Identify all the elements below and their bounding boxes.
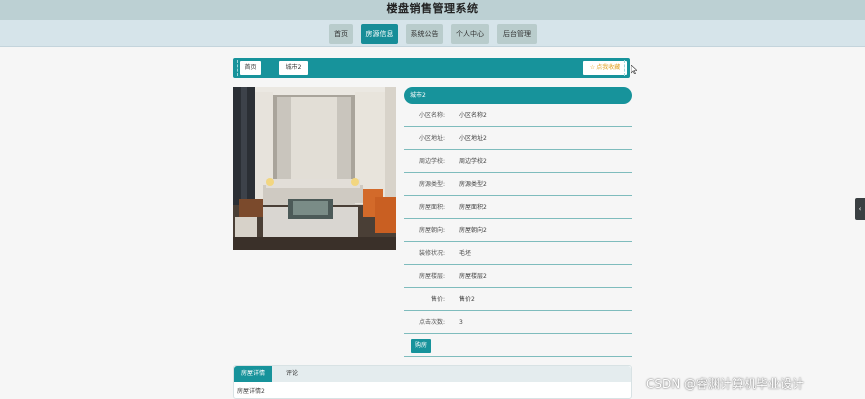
info-row-click-count: 点击次数: 3	[404, 311, 632, 334]
info-row-nearby-school: 周边学校: 周边学校2	[404, 150, 632, 173]
info-row-community-address: 小区地址: 小区地址2	[404, 127, 632, 150]
field-label: 售价:	[430, 296, 445, 303]
field-value: 小区地址2	[459, 135, 487, 142]
property-title-bar: 城市2	[404, 87, 632, 104]
field-value: 房屋楼层2	[459, 273, 487, 280]
field-label: 房屋楼层:	[418, 273, 445, 280]
field-label: 房屋朝向:	[418, 227, 445, 234]
info-row-orientation: 房屋朝向: 房屋朝向2	[404, 219, 632, 242]
nav-item-announcements[interactable]: 系统公告	[406, 24, 443, 44]
mouse-cursor-icon	[631, 65, 637, 74]
field-value: 房屋朝向2	[459, 227, 487, 234]
field-value: 房源类型2	[459, 181, 487, 188]
tab-comments[interactable]: 评论	[278, 366, 306, 382]
buy-button[interactable]: 购房	[411, 339, 431, 353]
nav-item-listings[interactable]: 房源信息	[361, 24, 398, 44]
field-value: 周边学校2	[459, 158, 487, 165]
breadcrumb: 首页 城市2 ☆点我收藏	[233, 58, 630, 78]
field-value: 毛坯	[459, 250, 472, 257]
tab-property-details[interactable]: 房屋详情	[234, 366, 272, 382]
field-label: 周边学校:	[418, 158, 445, 165]
nav-item-profile[interactable]: 个人中心	[451, 24, 489, 44]
breadcrumb-home-link[interactable]: 首页	[240, 61, 261, 75]
info-row-community-name: 小区名称: 小区名称2	[404, 104, 632, 127]
field-label: 点击次数:	[418, 319, 445, 326]
watermark: CSDN @睿渊计算机毕业设计	[646, 377, 805, 391]
divider	[237, 60, 239, 76]
nav-item-admin[interactable]: 后台管理	[497, 24, 537, 44]
divider	[624, 60, 626, 76]
field-value: 房屋面积2	[459, 204, 487, 211]
field-value: 小区名称2	[459, 112, 487, 119]
field-label: 装修状况:	[418, 250, 445, 257]
breadcrumb-current[interactable]: 城市2	[279, 61, 308, 75]
main-nav: 首页 房源信息 系统公告 个人中心 后台管理	[0, 20, 865, 47]
tab-content: 房屋详情2	[237, 388, 265, 395]
field-value: 售价2	[459, 296, 475, 303]
divider	[404, 356, 632, 357]
detail-tabs: 房屋详情 评论 房屋详情2	[233, 365, 632, 399]
star-icon: ☆	[589, 64, 596, 71]
favorite-button-label: 点我收藏	[596, 64, 621, 71]
app-header: 楼盘销售管理系统	[0, 0, 865, 20]
info-row-listing-type: 房源类型: 房源类型2	[404, 173, 632, 196]
field-value: 3	[459, 319, 463, 326]
info-row-floor-area: 房屋面积: 房屋面积2	[404, 196, 632, 219]
info-row-price: 售价: 售价2	[404, 288, 632, 311]
tab-strip: 房屋详情 评论	[234, 366, 631, 382]
info-row-floor: 房屋楼层: 房屋楼层2	[404, 265, 632, 288]
field-label: 房源类型:	[418, 181, 445, 188]
nav-item-home[interactable]: 首页	[329, 24, 353, 44]
field-label: 小区地址:	[418, 135, 445, 142]
field-label: 小区名称:	[418, 112, 445, 119]
app-title: 楼盘销售管理系统	[386, 2, 479, 15]
property-photo	[233, 87, 396, 250]
info-row-decoration: 装修状况: 毛坯	[404, 242, 632, 265]
side-toggle-button[interactable]: ‹	[855, 198, 865, 220]
field-label: 房屋面积:	[418, 204, 445, 211]
favorite-button[interactable]: ☆点我收藏	[583, 61, 627, 75]
